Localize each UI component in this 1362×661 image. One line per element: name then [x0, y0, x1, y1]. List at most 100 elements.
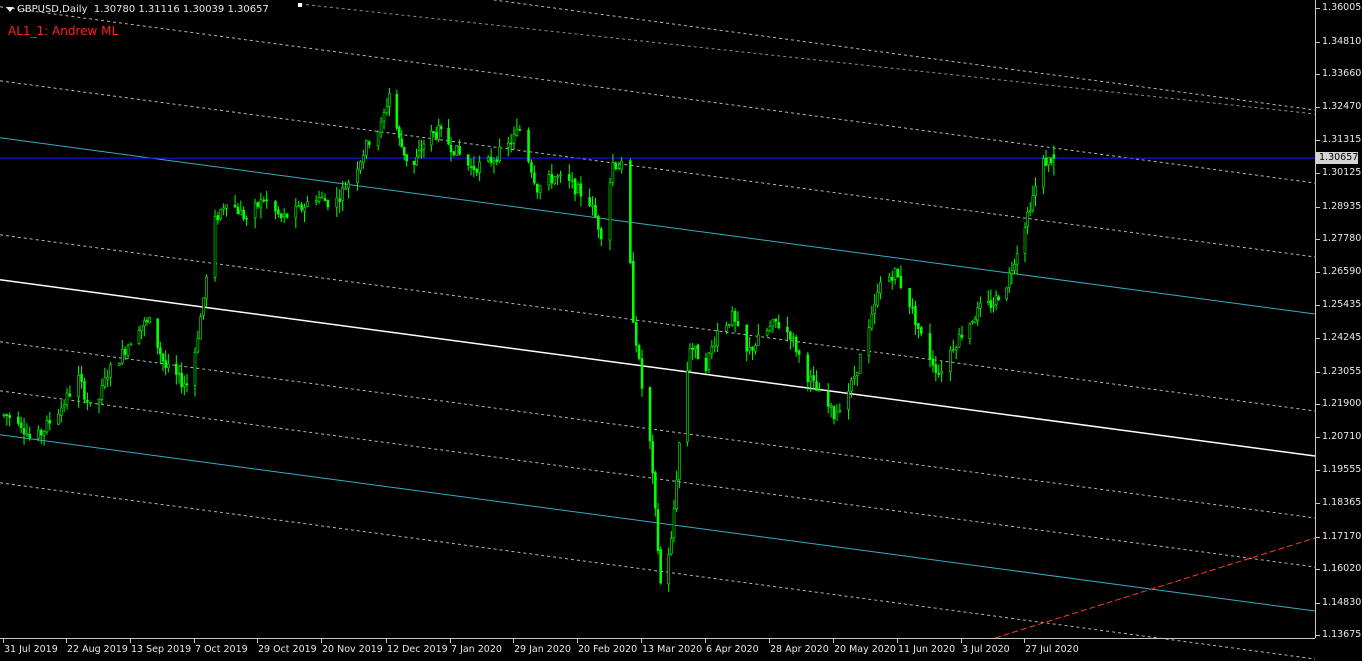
candle [634, 315, 638, 353]
candle [1044, 150, 1048, 166]
pitchfork-warning-line[interactable] [0, 6, 1316, 184]
candle-body [745, 324, 749, 352]
chart-window[interactable]: GBPUSD,Daily 1.30780 1.31116 1.30039 1.3… [0, 0, 1362, 660]
candle [300, 201, 303, 213]
red-trendline[interactable] [994, 537, 1316, 639]
candle [887, 272, 891, 283]
candle-body [57, 413, 60, 425]
candle-body [976, 307, 980, 321]
candle [949, 346, 952, 381]
candle [710, 340, 714, 360]
candle-body [1023, 227, 1027, 254]
candle [791, 332, 795, 348]
time-axis-tick [1024, 639, 1025, 643]
dropdown-triangle-icon[interactable] [6, 6, 14, 12]
candle-body [994, 295, 998, 305]
candle-body [899, 275, 903, 288]
candle [538, 184, 542, 200]
candle-body [367, 141, 371, 145]
time-axis-label: 27 Jul 2020 [1025, 644, 1079, 655]
pitchfork-warning-line[interactable] [0, 80, 1316, 258]
time-axis-tick [386, 639, 387, 643]
candle-body [458, 145, 461, 155]
candle [599, 226, 603, 247]
candle-body [279, 213, 283, 219]
candle-body [202, 297, 205, 316]
candle [489, 148, 493, 167]
candle-body [22, 428, 26, 435]
candle-body [617, 167, 621, 170]
candle-body [359, 161, 362, 171]
price-axis-tick [1316, 371, 1320, 373]
candle [771, 318, 775, 333]
candle [957, 327, 961, 348]
pitchfork-anchor-marker[interactable] [298, 3, 302, 7]
candle [951, 339, 955, 353]
candle-body [771, 319, 775, 327]
candle-body [789, 331, 792, 340]
candle [379, 116, 383, 139]
candle [2, 413, 6, 419]
candle-body [713, 344, 717, 348]
candle-body [285, 213, 289, 218]
candle [1052, 145, 1056, 176]
candle-body [908, 287, 911, 307]
candle [794, 334, 798, 357]
price-axis-label: 1.25435 [1322, 298, 1362, 310]
candle [573, 177, 577, 202]
candle-body [118, 362, 121, 366]
candle [498, 138, 501, 164]
candle [667, 547, 670, 592]
candle-body [730, 310, 734, 326]
candle [1026, 206, 1029, 235]
price-axis[interactable]: 1.36005 1.34810 1.33660 1.32470 1.31315 1.301… [1315, 0, 1362, 640]
time-axis-label: 28 Apr 2020 [770, 644, 829, 655]
candle [597, 214, 600, 239]
candle-body [239, 209, 243, 216]
candle [832, 404, 836, 425]
candle-body [949, 349, 952, 372]
pitchfork-upper-tine[interactable] [0, 137, 1316, 315]
candle-body [326, 200, 330, 208]
candle-body [597, 215, 600, 230]
candle-body [1010, 270, 1014, 275]
time-axis-tick [897, 639, 898, 643]
candle-body [960, 334, 964, 338]
candle [997, 294, 1001, 301]
time-axis-label: 31 Jul 2019 [4, 644, 58, 655]
candle-body [478, 161, 481, 173]
price-axis-label: 1.30125 [1322, 167, 1362, 179]
candle-body [940, 371, 943, 374]
pitchfork-handle-line[interactable] [299, 3, 1316, 115]
candle [954, 345, 958, 360]
candle-body [317, 197, 321, 202]
candle [5, 413, 9, 426]
candle [159, 341, 162, 365]
chart-canvas[interactable] [0, 0, 1362, 660]
candle [285, 212, 289, 219]
candle [986, 290, 990, 306]
indicator-label[interactable]: AL1_1: Andrew ML [8, 24, 118, 38]
candle [452, 151, 456, 157]
candle-body [777, 322, 781, 329]
candle [118, 362, 121, 366]
candle-body [300, 204, 303, 211]
price-axis-label: 1.33660 [1322, 67, 1362, 79]
candle-body [432, 131, 436, 134]
candle-body [430, 131, 433, 146]
candle-body [809, 376, 813, 382]
candle-body [736, 321, 740, 326]
candle [911, 298, 914, 314]
pitchfork-quarter-line[interactable] [0, 234, 1316, 412]
price-axis-label: 1.28935 [1322, 200, 1362, 212]
price-axis-tick [1316, 536, 1320, 538]
candle [129, 342, 133, 346]
candle-body [968, 323, 972, 339]
time-axis-tick [641, 639, 642, 643]
candle-body [971, 321, 974, 324]
candle-body [794, 336, 798, 353]
candle-body [161, 353, 165, 362]
pitchfork-outer-dashed-line[interactable] [0, 0, 1316, 111]
candle-body [835, 411, 839, 421]
time-axis[interactable]: 31 Jul 2019 22 Aug 2019 13 Sep 2019 7 Oct 2… [0, 638, 1315, 661]
